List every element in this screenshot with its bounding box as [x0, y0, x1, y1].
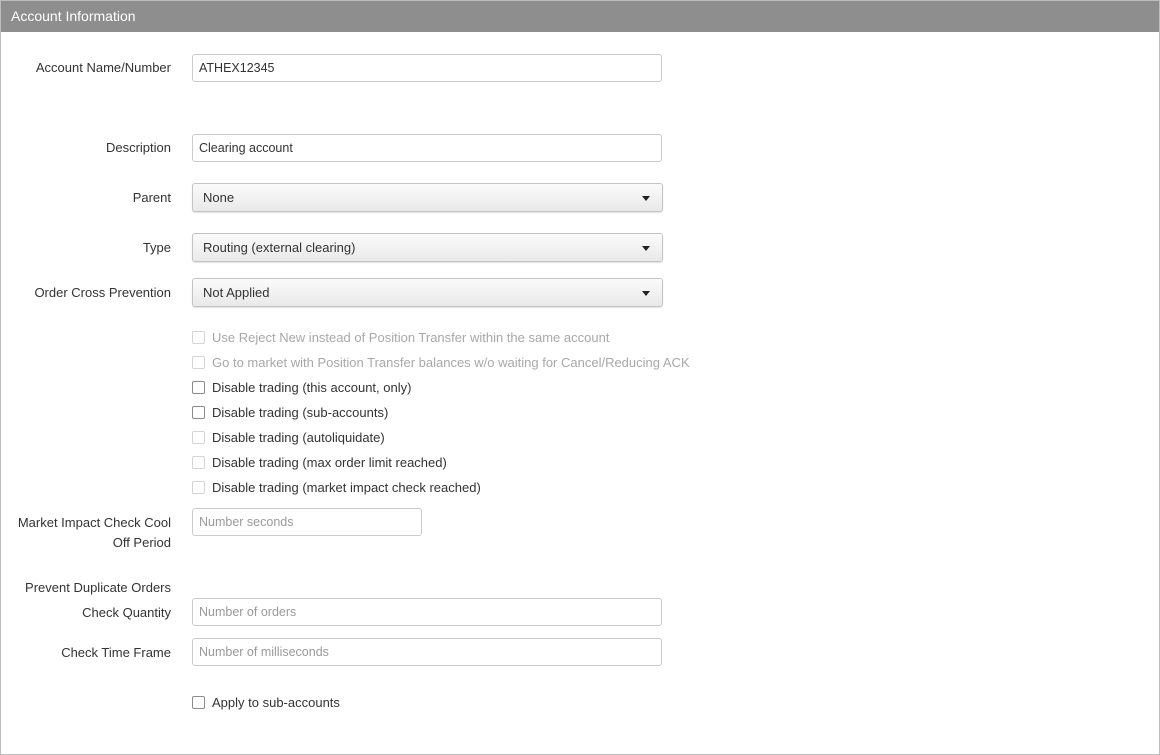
chevron-down-icon	[642, 291, 650, 296]
disable-trading-autoliquidate-checkbox	[192, 431, 205, 444]
disable-trading-max-order-limit-checkbox	[192, 456, 205, 469]
use-reject-new-label: Use Reject New instead of Position Trans…	[212, 330, 610, 345]
type-selected-value: Routing (external clearing)	[203, 240, 356, 255]
apply-to-sub-accounts-checkbox[interactable]	[192, 696, 205, 709]
parent-selected-value: None	[203, 190, 235, 205]
go-to-market-checkbox	[192, 356, 205, 369]
disable-trading-autoliquidate-label: Disable trading (autoliquidate)	[212, 430, 385, 445]
market-impact-cool-off-label: Market Impact Check Cool Off Period	[17, 515, 171, 550]
parent-label: Parent	[132, 190, 171, 205]
disable-trading-this-account-label[interactable]: Disable trading (this account, only)	[212, 379, 411, 397]
disable-trading-this-account-checkbox[interactable]	[192, 381, 205, 394]
parent-select[interactable]: None	[192, 183, 663, 212]
disable-trading-max-order-limit-label: Disable trading (max order limit reached…	[212, 455, 447, 470]
check-quantity-input[interactable]	[192, 598, 662, 626]
disable-trading-market-impact-label: Disable trading (market impact check rea…	[212, 480, 481, 495]
order-cross-prevention-label: Order Cross Prevention	[34, 285, 171, 300]
use-reject-new-checkbox	[192, 331, 205, 344]
check-time-frame-input[interactable]	[192, 638, 662, 666]
order-cross-prevention-select[interactable]: Not Applied	[192, 278, 663, 307]
description-input[interactable]	[192, 134, 662, 162]
description-label: Description	[105, 140, 171, 155]
disable-trading-sub-accounts-label[interactable]: Disable trading (sub-accounts)	[212, 404, 388, 422]
chevron-down-icon	[642, 246, 650, 251]
disable-trading-market-impact-checkbox	[192, 481, 205, 494]
account-name-input[interactable]	[192, 54, 662, 82]
account-name-label: Account Name/Number	[35, 60, 171, 75]
order-cross-prevention-selected-value: Not Applied	[203, 285, 270, 300]
go-to-market-label: Go to market with Position Transfer bala…	[212, 355, 690, 370]
apply-to-sub-accounts-label[interactable]: Apply to sub-accounts	[212, 694, 340, 712]
panel-header: Account Information	[1, 1, 1159, 32]
panel-title: Account Information	[11, 8, 136, 24]
account-information-panel: Account Information Account Name/Number …	[0, 0, 1160, 755]
chevron-down-icon	[642, 196, 650, 201]
check-quantity-label: Check Quantity	[82, 605, 171, 620]
market-impact-cool-off-input[interactable]	[192, 508, 422, 536]
disable-trading-sub-accounts-checkbox[interactable]	[192, 406, 205, 419]
type-select[interactable]: Routing (external clearing)	[192, 233, 663, 262]
check-time-frame-label: Check Time Frame	[61, 645, 171, 660]
type-label: Type	[142, 240, 171, 255]
prevent-duplicate-orders-label: Prevent Duplicate Orders	[25, 580, 171, 595]
